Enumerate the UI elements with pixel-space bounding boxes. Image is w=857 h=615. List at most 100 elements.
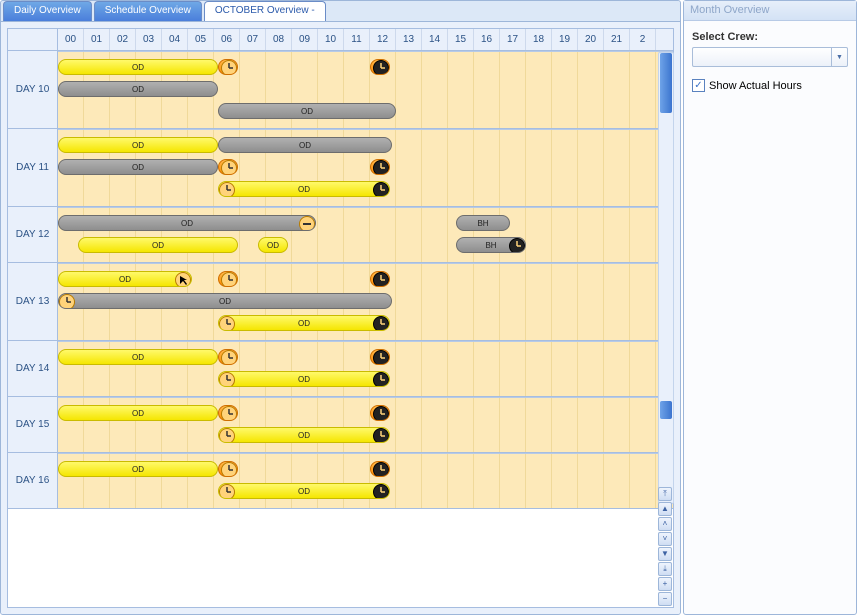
scroll-button[interactable]: ⤓ <box>658 562 672 576</box>
gantt-bar[interactable]: OD <box>218 137 392 153</box>
day-content[interactable]: OD BH OD OD BH <box>58 207 673 262</box>
day-label: DAY 16 <box>8 453 58 508</box>
select-crew-dropdown[interactable]: ▼ <box>692 47 848 67</box>
show-actual-hours-row[interactable]: ✓ Show Actual Hours <box>692 79 848 92</box>
day-row: DAY 11ODODODOD <box>8 129 673 207</box>
tab-daily[interactable]: Daily Overview <box>3 1 92 21</box>
day-content[interactable]: OD OD OD <box>58 263 673 340</box>
show-actual-hours-checkbox[interactable]: ✓ <box>692 79 705 92</box>
gantt-bar[interactable] <box>218 349 238 365</box>
gantt-bar[interactable]: OD <box>218 371 390 387</box>
hour-cell: 05 <box>188 29 214 50</box>
gantt-bar[interactable] <box>370 405 390 421</box>
gantt-bar[interactable]: OD <box>58 81 218 97</box>
scroll-button[interactable]: ⤒ <box>658 487 672 501</box>
hour-cell: 06 <box>214 29 240 50</box>
day-row: DAY 10ODODOD <box>8 51 673 129</box>
hour-cell: 00 <box>58 29 84 50</box>
gantt-bar[interactable] <box>370 349 390 365</box>
days-body[interactable]: DAY 10ODODODDAY 11ODODODODDAY 12ODBHODOD… <box>8 51 673 607</box>
scroll-button[interactable]: ˅ <box>658 532 672 546</box>
day-row: DAY 12ODBHODODBH <box>8 207 673 263</box>
hour-cell: 09 <box>292 29 318 50</box>
clock-icon <box>220 271 238 287</box>
gantt-bar[interactable]: OD <box>58 405 218 421</box>
gantt-bar[interactable] <box>218 461 238 477</box>
clock-icon <box>58 293 76 309</box>
gantt-bar[interactable]: OD <box>78 237 238 253</box>
clock-dark-icon <box>372 349 390 365</box>
scroll-button[interactable]: ▼ <box>658 547 672 561</box>
scroll-button[interactable]: ˄ <box>658 517 672 531</box>
select-crew-label: Select Crew: <box>692 31 848 43</box>
vertical-scrollbar[interactable] <box>658 52 674 504</box>
clock-icon <box>218 483 236 499</box>
clock-icon <box>218 181 236 197</box>
day-row: DAY 14ODOD <box>8 341 673 397</box>
cursor-icon <box>174 271 192 287</box>
clock-dark-icon <box>372 461 390 477</box>
gantt-bar[interactable] <box>370 461 390 477</box>
day-label: DAY 13 <box>8 263 58 340</box>
clock-icon <box>372 315 390 331</box>
tab-schedule[interactable]: Schedule Overview <box>94 1 202 21</box>
day-content[interactable]: ODOD <box>58 341 673 396</box>
gantt-bar[interactable]: OD <box>58 59 218 75</box>
gantt-bar[interactable]: OD <box>218 483 390 499</box>
gantt-bar[interactable] <box>218 405 238 421</box>
gantt-bar[interactable]: OD <box>218 427 390 443</box>
gantt-bar[interactable]: OD <box>218 103 396 119</box>
side-panel-body: Select Crew: ▼ ✓ Show Actual Hours <box>684 21 856 102</box>
clock-icon <box>220 349 238 365</box>
gantt-bar[interactable]: OD <box>58 461 218 477</box>
side-panel-title: Month Overview <box>684 1 856 21</box>
gantt-chart: 0001020304050607080910111213141516171819… <box>7 28 674 608</box>
gantt-bar[interactable]: OD <box>58 271 192 287</box>
hour-cell: 19 <box>552 29 578 50</box>
clock-dark-icon <box>372 405 390 421</box>
day-content[interactable]: ODODODOD <box>58 129 673 206</box>
chevron-down-icon: ▼ <box>831 48 847 66</box>
hour-cell: 14 <box>422 29 448 50</box>
gantt-bar[interactable]: OD <box>58 159 218 175</box>
gantt-bar[interactable]: OD <box>218 315 390 331</box>
day-label: DAY 10 <box>8 51 58 128</box>
hour-cell: 17 <box>500 29 526 50</box>
gantt-bar[interactable] <box>370 271 390 287</box>
gantt-bar[interactable]: BH <box>456 215 510 231</box>
hour-cell: 2 <box>630 29 656 50</box>
scroll-button[interactable]: − <box>658 592 672 606</box>
gantt-bar[interactable]: OD <box>58 349 218 365</box>
gantt-bar[interactable]: OD <box>218 181 390 197</box>
scrollbar-thumb[interactable] <box>660 53 672 113</box>
hour-cell: 15 <box>448 29 474 50</box>
gantt-bar[interactable]: OD <box>58 215 316 231</box>
day-content[interactable]: ODODOD <box>58 51 673 128</box>
tab-october[interactable]: OCTOBER Overview - <box>204 1 326 21</box>
gantt-bar[interactable] <box>218 59 238 75</box>
hour-cell: 20 <box>578 29 604 50</box>
gantt-bar[interactable]: OD <box>258 237 288 253</box>
day-content[interactable]: ODOD <box>58 397 673 452</box>
scroll-button[interactable]: ▲ <box>658 502 672 516</box>
gantt-bar[interactable]: OD <box>58 137 218 153</box>
gantt-bar[interactable] <box>370 159 390 175</box>
gantt-bar[interactable] <box>370 59 390 75</box>
side-panel: Month Overview Select Crew: ▼ ✓ Show Act… <box>683 0 857 615</box>
hour-cell: 02 <box>110 29 136 50</box>
clock-icon <box>220 159 238 175</box>
gantt-bar[interactable]: BH <box>456 237 526 253</box>
scrollbar-thumb-2[interactable] <box>660 401 672 419</box>
day-content[interactable]: ODOD <box>58 453 673 508</box>
hour-cell: 21 <box>604 29 630 50</box>
show-actual-hours-label: Show Actual Hours <box>709 80 802 92</box>
gantt-bar[interactable]: OD <box>58 293 392 309</box>
hour-cell: 11 <box>344 29 370 50</box>
hour-cell: 12 <box>370 29 396 50</box>
scroll-button[interactable]: + <box>658 577 672 591</box>
clock-dark-icon <box>372 271 390 287</box>
day-row: DAY 15ODOD <box>8 397 673 453</box>
gantt-bar[interactable] <box>218 271 238 287</box>
gantt-bar[interactable] <box>218 159 238 175</box>
day-row: DAY 16ODOD <box>8 453 673 509</box>
